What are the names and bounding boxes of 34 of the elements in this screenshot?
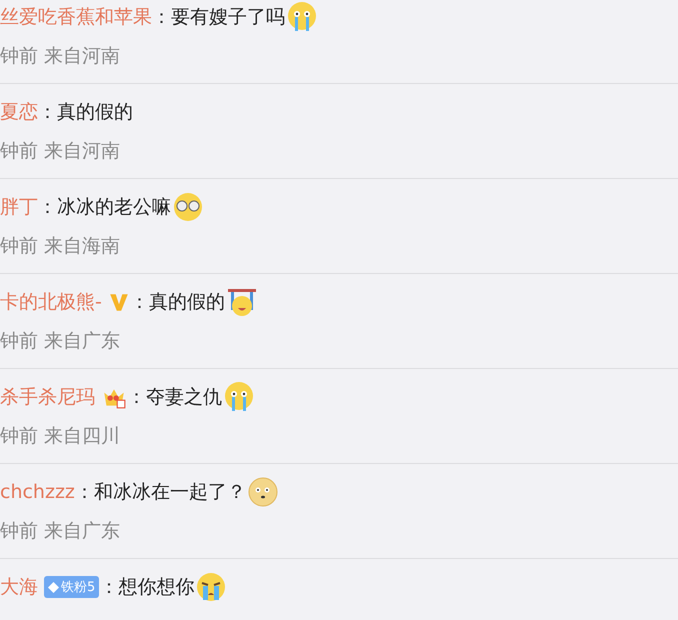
user-name[interactable]: 杀手杀尼玛: [0, 384, 95, 410]
colon: ：: [38, 100, 57, 125]
comment-text: 要有嫂子了吗: [171, 5, 285, 30]
user-name[interactable]: 丝爱吃香蕉和苹果: [0, 4, 152, 30]
user-name[interactable]: 大海: [0, 574, 38, 600]
crying-emoji-icon: [223, 381, 255, 413]
comment-text: 和冰冰在一起了？: [94, 480, 246, 505]
comment-meta: 钟前 来自河南: [0, 139, 122, 164]
crying-emoji-icon: [286, 1, 318, 33]
comment-meta: 钟前 来自河南: [0, 44, 122, 69]
colon: ：: [99, 575, 118, 600]
colon: ：: [130, 290, 149, 315]
user-name[interactable]: 卡的北极熊-: [0, 289, 102, 315]
user-name[interactable]: 胖丁: [0, 194, 38, 220]
user-name[interactable]: chchzzz: [0, 481, 75, 503]
comment-text: 想你想你: [118, 575, 194, 600]
wailing-emoji-icon: [195, 571, 228, 603]
comment-text: 真的假的: [57, 100, 133, 125]
colon: ：: [38, 195, 57, 220]
comment-meta: 钟前 来自广东: [0, 519, 122, 544]
comment-text: 冰冰的老公嘛: [57, 195, 171, 220]
colon: ：: [127, 385, 146, 410]
fan-badge: 铁粉5: [44, 576, 100, 598]
colon: ：: [74, 480, 94, 505]
glasses-emoji-icon: [172, 191, 204, 223]
comment-text: 真的假的: [148, 290, 225, 315]
colon: ：: [152, 5, 171, 30]
comment-meta: 钟前 来自四川: [0, 424, 122, 449]
comment-text: 夺妻之仇: [146, 385, 222, 410]
weightlifting-emoji-icon: [226, 286, 258, 318]
user-name[interactable]: 夏恋: [0, 99, 38, 125]
comment-meta: 钟前 来自广东: [0, 329, 122, 354]
comment-meta: 钟前 来自海南: [0, 234, 122, 259]
dog-emoji-icon: [246, 476, 279, 508]
